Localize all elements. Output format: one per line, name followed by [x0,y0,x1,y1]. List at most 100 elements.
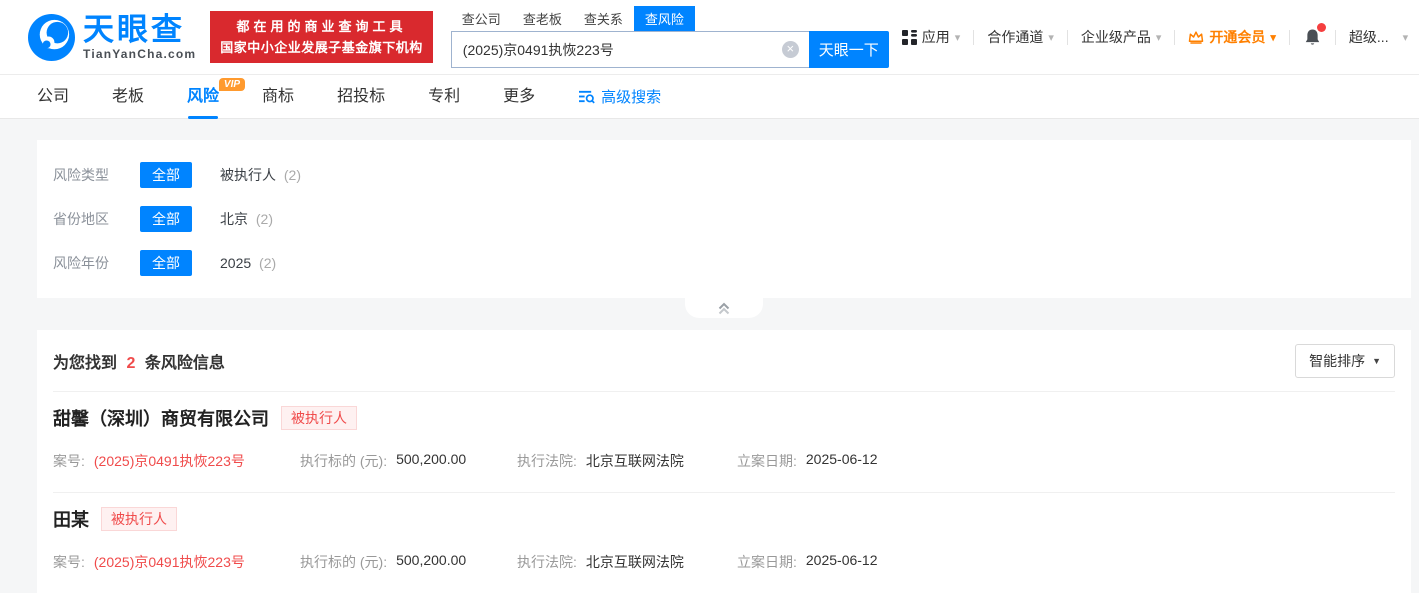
risk-result-item: 田某 被执行人 案号: (2025)京0491执恢223号 执行标的 (元): … [37,493,1411,593]
filter-row-year: 风险年份 全部 2025 (2) [53,241,1395,285]
case-number-link[interactable]: (2025)京0491执恢223号 [94,552,245,572]
field-label: 立案日期: [737,453,797,469]
summary-prefix: 为您找到 [53,355,118,372]
advanced-search-icon [579,90,595,104]
field-value: 500,200.00 [396,552,467,568]
execution-court-field: 执行法院: 北京互联网法院 [517,451,737,471]
double-chevron-up-icon [718,302,730,315]
chevron-down-icon: ▾ [1402,31,1409,44]
filter-option[interactable]: 被执行人 (2) [220,165,301,185]
filter-all-button[interactable]: 全部 [140,162,192,188]
executed-person-badge: 被执行人 [101,507,177,531]
collapse-filters-button[interactable] [685,298,763,318]
results-header: 为您找到 2 条风险信息 智能排序 ▼ [37,330,1411,391]
search-tab-risk[interactable]: 查风险 [633,6,695,31]
apps-label: 应用 [921,29,950,45]
search-tab-boss[interactable]: 查老板 [512,6,573,31]
filing-date-field: 立案日期: 2025-06-12 [737,451,878,471]
account-menu[interactable]: 超级... ▾ [1336,27,1419,47]
filter-label: 省份地区 [53,211,109,227]
filter-option-name: 被执行人 [220,167,276,183]
field-value: 2025-06-12 [805,451,878,467]
field-value: 北京互联网法院 [585,453,684,469]
tianyancha-logo[interactable]: 天眼查 TianYanCha.com [28,11,196,61]
chevron-down-icon: ▾ [1048,31,1054,44]
apps-menu[interactable]: 应用 ▾ [889,27,974,47]
smart-sort-dropdown[interactable]: 智能排序 ▼ [1295,344,1395,378]
advanced-search-button[interactable]: 高级搜索 [578,86,661,107]
chevron-down-icon: ▾ [1155,31,1162,44]
field-label: 执行法院: [517,453,577,469]
banner-line-2: 国家中小企业发展子基金旗下机构 [220,40,423,55]
account-label: 超级... [1348,29,1389,45]
execution-amount-field: 执行标的 (元): 500,200.00 [300,552,517,572]
case-number-field: 案号: (2025)京0491执恢223号 [53,451,300,471]
tianyancha-eye-icon [28,13,75,61]
summary-suffix: 条风险信息 [144,355,225,372]
filter-label: 风险类型 [53,167,109,183]
search-tab-company[interactable]: 查公司 [451,6,512,31]
tab-company[interactable]: 公司 [37,75,69,119]
filter-option-count: (2) [259,255,277,271]
apps-grid-icon [901,29,917,45]
logo-title: 天眼查 [83,11,185,47]
sort-label: 智能排序 [1309,353,1366,369]
cooperation-menu[interactable]: 合作通道 ▾ [974,27,1067,47]
active-tab-underline [188,115,219,119]
filter-row-risk-type: 风险类型 全部 被执行人 (2) [53,153,1395,197]
field-value: 北京互联网法院 [585,554,684,570]
search-input[interactable] [450,31,809,68]
results-count: 2 [126,355,136,372]
field-label: 执行法院: [517,554,577,570]
field-value: 500,200.00 [396,451,467,467]
case-number-link[interactable]: (2025)京0491执恢223号 [94,451,245,471]
vip-badge: VIP [218,77,246,91]
filter-all-button[interactable]: 全部 [140,206,192,232]
risk-result-item: 甜馨（深圳）商贸有限公司 被执行人 案号: (2025)京0491执恢223号 … [37,392,1411,492]
tab-risk[interactable]: 风险 VIP [187,75,246,119]
search-tabs: 查公司 查老板 查关系 查风险 [451,6,889,31]
filter-option-name: 2025 [220,255,252,271]
chevron-down-icon: ▾ [1270,31,1276,44]
header-right-nav: 应用 ▾ 合作通道 ▾ 企业级产品 ▾ 开通会员 ▾ 超级... ▾ [889,23,1419,47]
search-button[interactable]: 天眼一下 [808,31,889,68]
filter-option[interactable]: 北京 (2) [220,209,273,229]
field-label: 执行标的 (元): [300,554,388,570]
category-tab-bar: 公司 老板 风险 VIP 商标 招投标 专利 更多 高级搜索 [0,75,1419,119]
tab-trademark[interactable]: 商标 [262,75,294,119]
tab-patent[interactable]: 专利 [428,75,460,119]
filter-label: 风险年份 [53,255,109,271]
executed-person-badge: 被执行人 [281,406,357,430]
filter-all-button[interactable]: 全部 [140,250,192,276]
tab-boss[interactable]: 老板 [112,75,144,119]
search-tab-relation[interactable]: 查关系 [573,6,634,31]
filter-option-name: 北京 [220,211,248,227]
results-panel: 为您找到 2 条风险信息 智能排序 ▼ 甜馨（深圳）商贸有限公司 被执行人 案号… [37,330,1411,593]
header: 天眼查 TianYanCha.com 都在用的商业查询工具 国家中小企业发展子基… [0,0,1419,75]
promo-banner: 都在用的商业查询工具 国家中小企业发展子基金旗下机构 [210,11,433,63]
filter-option-count: (2) [255,211,274,227]
case-number-field: 案号: (2025)京0491执恢223号 [53,552,300,572]
tab-bidding[interactable]: 招投标 [337,75,385,119]
advanced-search-label: 高级搜索 [601,89,662,106]
banner-line-1: 都在用的商业查询工具 [236,19,407,34]
vip-upgrade-menu[interactable]: 开通会员 ▾ [1175,27,1289,47]
notifications-button[interactable] [1290,23,1335,47]
notification-dot [1316,23,1326,32]
filter-option[interactable]: 2025 (2) [220,255,276,271]
field-label: 执行标的 (元): [300,453,388,469]
company-name-link[interactable]: 甜馨（深圳）商贸有限公司 [53,405,269,431]
chevron-down-icon: ▾ [954,31,961,44]
results-summary: 为您找到 2 条风险信息 [53,349,225,373]
execution-court-field: 执行法院: 北京互联网法院 [517,552,737,572]
crown-icon [1188,30,1204,44]
field-label: 案号: [53,453,85,469]
clear-search-icon[interactable]: × [781,41,799,58]
tab-risk-label: 风险 [187,87,220,105]
field-value: 2025-06-12 [805,552,878,568]
person-name-link[interactable]: 田某 [53,506,89,532]
enterprise-menu[interactable]: 企业级产品 ▾ [1068,27,1175,47]
enterprise-label: 企业级产品 [1080,29,1151,45]
tab-more[interactable]: 更多 [503,75,535,119]
cooperation-label: 合作通道 [987,29,1044,45]
